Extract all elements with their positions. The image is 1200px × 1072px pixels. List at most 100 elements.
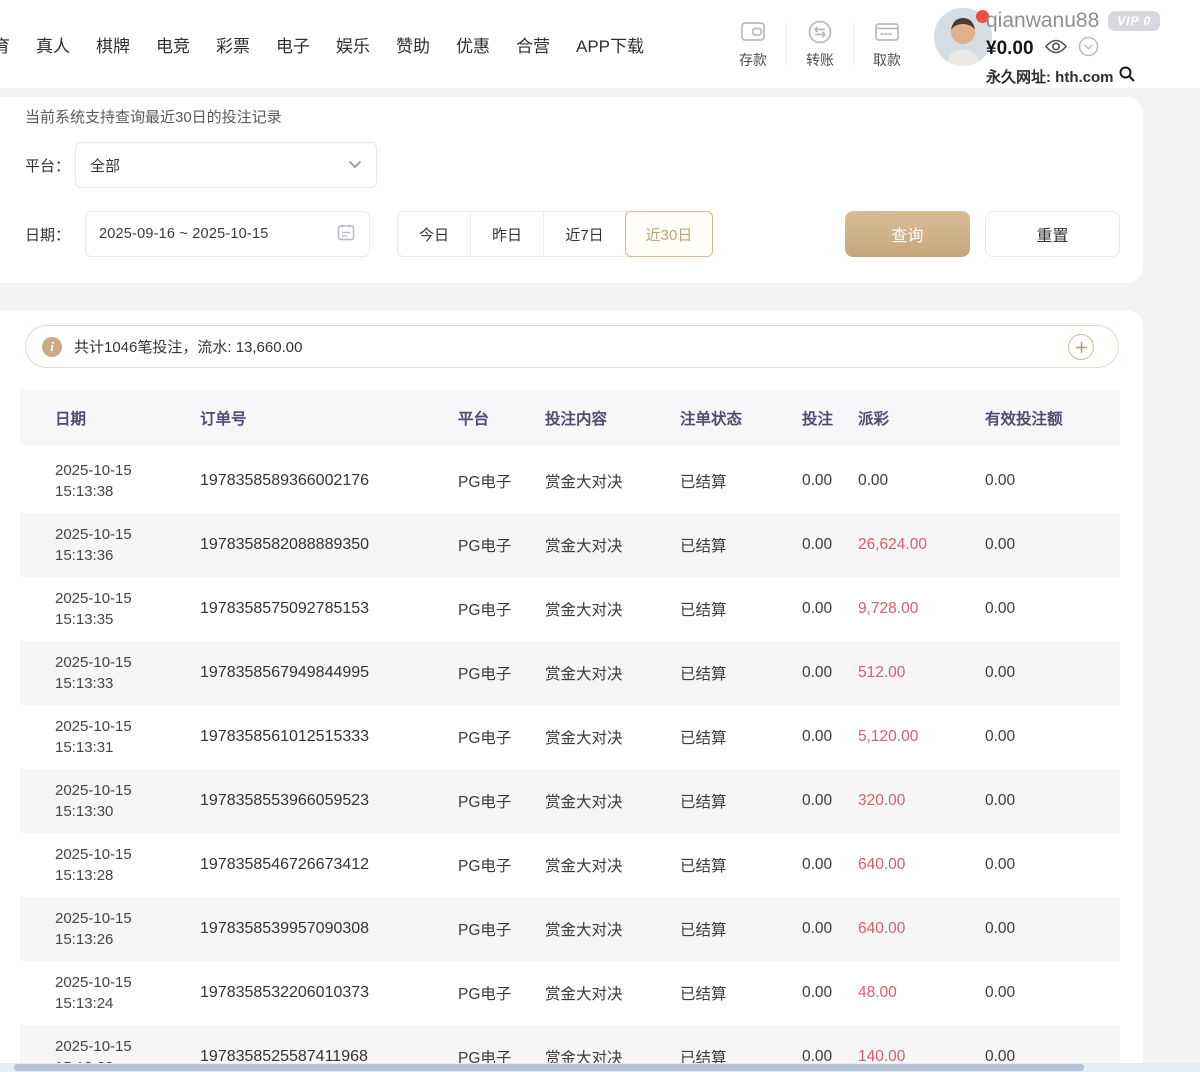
table-row: 2025-10-15 15:13:30 1978358553966059523 …	[20, 769, 1120, 833]
query-button[interactable]: 查询	[845, 211, 970, 257]
cell-status: 已结算	[680, 534, 802, 556]
nav-item-6[interactable]: 娱乐	[336, 32, 370, 57]
date-range-input[interactable]: 2025-09-16 ~ 2025-10-15	[85, 211, 370, 257]
cell-status: 已结算	[680, 790, 802, 812]
info-icon: i	[42, 337, 62, 357]
summary-text: 共计1046笔投注，流水: 13,660.00	[74, 336, 302, 357]
cell-order-number: 1978358582088889350	[200, 536, 458, 554]
nav-item-5[interactable]: 电子	[276, 32, 310, 57]
cell-order-number: 1978358589366002176	[200, 472, 458, 490]
wallet-actions: 存款 转账 取款	[720, 12, 920, 76]
column-header-3: 投注内容	[545, 407, 680, 429]
deposit-button[interactable]: 存款	[720, 19, 786, 70]
transfer-button[interactable]: 转账	[787, 19, 853, 70]
cell-payout: 320.00	[858, 792, 985, 810]
nav-item-8[interactable]: 优惠	[456, 32, 490, 57]
platform-label: 平台：	[25, 155, 70, 176]
table-body: 2025-10-15 15:13:38 1978358589366002176 …	[20, 449, 1120, 1072]
cell-bet-content: 赏金大对决	[545, 790, 680, 812]
withdraw-button[interactable]: 取款	[854, 19, 920, 70]
cell-date: 2025-10-15 15:13:36	[55, 524, 200, 566]
nav-item-9[interactable]: 合营	[516, 32, 550, 57]
nav-item-1[interactable]: 真人	[36, 32, 70, 57]
filter-panel: 当前系统支持查询最近30日的投注记录 平台： 全部 日期： 2025-09-16…	[0, 97, 1143, 283]
eye-icon[interactable]	[1034, 38, 1068, 60]
transfer-label: 转账	[806, 50, 834, 70]
vip-badge: VIP 0	[1108, 11, 1160, 31]
table-row: 2025-10-15 15:13:36 1978358582088889350 …	[20, 513, 1120, 577]
cell-bet-content: 赏金大对决	[545, 470, 680, 492]
search-icon[interactable]	[1114, 65, 1136, 88]
cell-status: 已结算	[680, 854, 802, 876]
cell-status: 已结算	[680, 982, 802, 1004]
cell-bet-amount: 0.00	[802, 984, 858, 1002]
cell-bet-content: 赏金大对决	[545, 598, 680, 620]
cell-order-number: 1978358561012515333	[200, 728, 458, 746]
chevron-down-icon	[348, 156, 362, 174]
nav-item-4[interactable]: 彩票	[216, 32, 250, 57]
cell-bet-content: 赏金大对决	[545, 918, 680, 940]
plus-circle-icon[interactable]	[1068, 334, 1094, 360]
cell-valid-amount: 0.00	[985, 472, 1120, 490]
cell-order-number: 1978358553966059523	[200, 792, 458, 810]
platform-select[interactable]: 全部	[75, 142, 377, 188]
quick-button-0[interactable]: 今日	[398, 212, 471, 256]
column-header-5: 投注	[802, 407, 858, 429]
cell-order-number: 1978358539957090308	[200, 920, 458, 938]
cell-bet-amount: 0.00	[802, 792, 858, 810]
cell-date: 2025-10-15 15:13:30	[55, 780, 200, 822]
chevron-down-circle-icon[interactable]	[1068, 36, 1099, 62]
cell-valid-amount: 0.00	[985, 536, 1120, 554]
cell-date: 2025-10-15 15:13:31	[55, 716, 200, 758]
quick-button-3[interactable]: 近30日	[625, 211, 713, 257]
date-label: 日期：	[25, 224, 70, 245]
cell-valid-amount: 0.00	[985, 792, 1120, 810]
records-panel: i 共计1046笔投注，流水: 13,660.00 日期订单号平台投注内容注单状…	[0, 310, 1143, 1072]
cell-date: 2025-10-15 15:13:26	[55, 908, 200, 950]
cell-valid-amount: 0.00	[985, 920, 1120, 938]
quick-button-1[interactable]: 昨日	[471, 212, 544, 256]
cell-status: 已结算	[680, 726, 802, 748]
quick-button-2[interactable]: 近7日	[544, 212, 626, 256]
balance-amount: ¥0.00	[986, 38, 1034, 60]
table-row: 2025-10-15 15:13:33 1978358567949844995 …	[20, 641, 1120, 705]
nav-item-2[interactable]: 棋牌	[96, 32, 130, 57]
cell-date: 2025-10-15 15:13:28	[55, 844, 200, 886]
date-range-value: 2025-09-16 ~ 2025-10-15	[99, 226, 336, 242]
table-row: 2025-10-15 15:13:28 1978358546726673412 …	[20, 833, 1120, 897]
cell-payout: 640.00	[858, 856, 985, 874]
cell-valid-amount: 0.00	[985, 600, 1120, 618]
nav-item-0[interactable]: 体育	[0, 32, 10, 57]
cell-date: 2025-10-15 15:13:24	[55, 972, 200, 1014]
nav-item-10[interactable]: APP下载	[576, 32, 644, 57]
table-row: 2025-10-15 15:13:26 1978358539957090308 …	[20, 897, 1120, 961]
cell-valid-amount: 0.00	[985, 984, 1120, 1002]
cell-bet-content: 赏金大对决	[545, 726, 680, 748]
cell-date: 2025-10-15 15:13:33	[55, 652, 200, 694]
platform-value: 全部	[90, 155, 348, 176]
cell-date: 2025-10-15 15:13:38	[55, 460, 200, 502]
table-header: 日期订单号平台投注内容注单状态投注派彩有效投注额	[20, 390, 1120, 446]
cell-bet-amount: 0.00	[802, 536, 858, 554]
nav-item-3[interactable]: 电竞	[156, 32, 190, 57]
table-row: 2025-10-15 15:13:31 1978358561012515333 …	[20, 705, 1120, 769]
nav-item-7[interactable]: 赞助	[396, 32, 430, 57]
horizontal-scrollbar	[0, 1063, 1200, 1072]
user-info: qianwanu88 VIP 0 ¥0.00 永久网址: hth.com	[986, 9, 1160, 88]
permanent-url: 永久网址: hth.com	[986, 66, 1114, 87]
cell-bet-amount: 0.00	[802, 664, 858, 682]
cell-bet-amount: 0.00	[802, 728, 858, 746]
scrollbar-thumb[interactable]	[14, 1064, 1084, 1071]
column-header-4: 注单状态	[680, 407, 802, 429]
top-header: 体育 真人 棋牌 电竞 彩票 电子 娱乐 赞助 优惠 合营 APP下载 存款 转账	[0, 0, 1200, 88]
cell-platform: PG电子	[458, 662, 545, 684]
cell-payout: 26,624.00	[858, 536, 985, 554]
cell-platform: PG电子	[458, 470, 545, 492]
username: qianwanu88	[986, 9, 1099, 33]
cell-valid-amount: 0.00	[985, 664, 1120, 682]
reset-button[interactable]: 重置	[985, 211, 1120, 257]
cell-status: 已结算	[680, 918, 802, 940]
table-row: 2025-10-15 15:13:35 1978358575092785153 …	[20, 577, 1120, 641]
cell-bet-amount: 0.00	[802, 472, 858, 490]
column-header-2: 平台	[458, 407, 545, 429]
